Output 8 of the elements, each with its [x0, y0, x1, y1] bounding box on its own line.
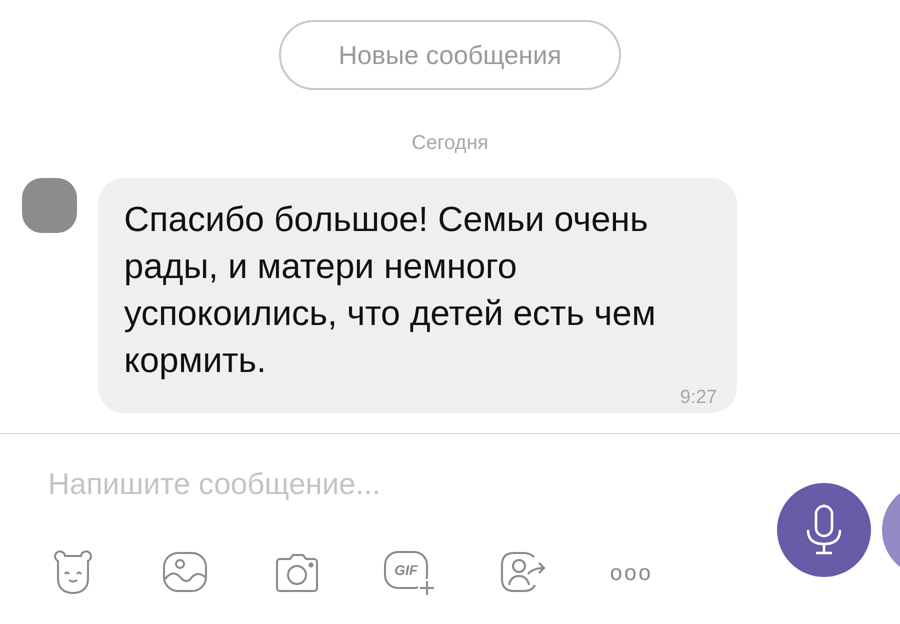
date-separator: Сегодня: [412, 131, 488, 156]
new-messages-button[interactable]: Новые сообщения: [279, 20, 621, 90]
microphone-icon: [804, 504, 844, 556]
message-text: Спасибо большое! Семьи очень рады, и матери немного успокоились, что детей есть чем кормить.: [124, 199, 657, 382]
message-time: 9:27: [680, 386, 717, 410]
message-input-field[interactable]: Напишите сообщение...: [48, 462, 688, 507]
more-button[interactable]: ooo: [610, 556, 653, 588]
avatar-photo-placeholder[interactable]: [22, 178, 77, 233]
